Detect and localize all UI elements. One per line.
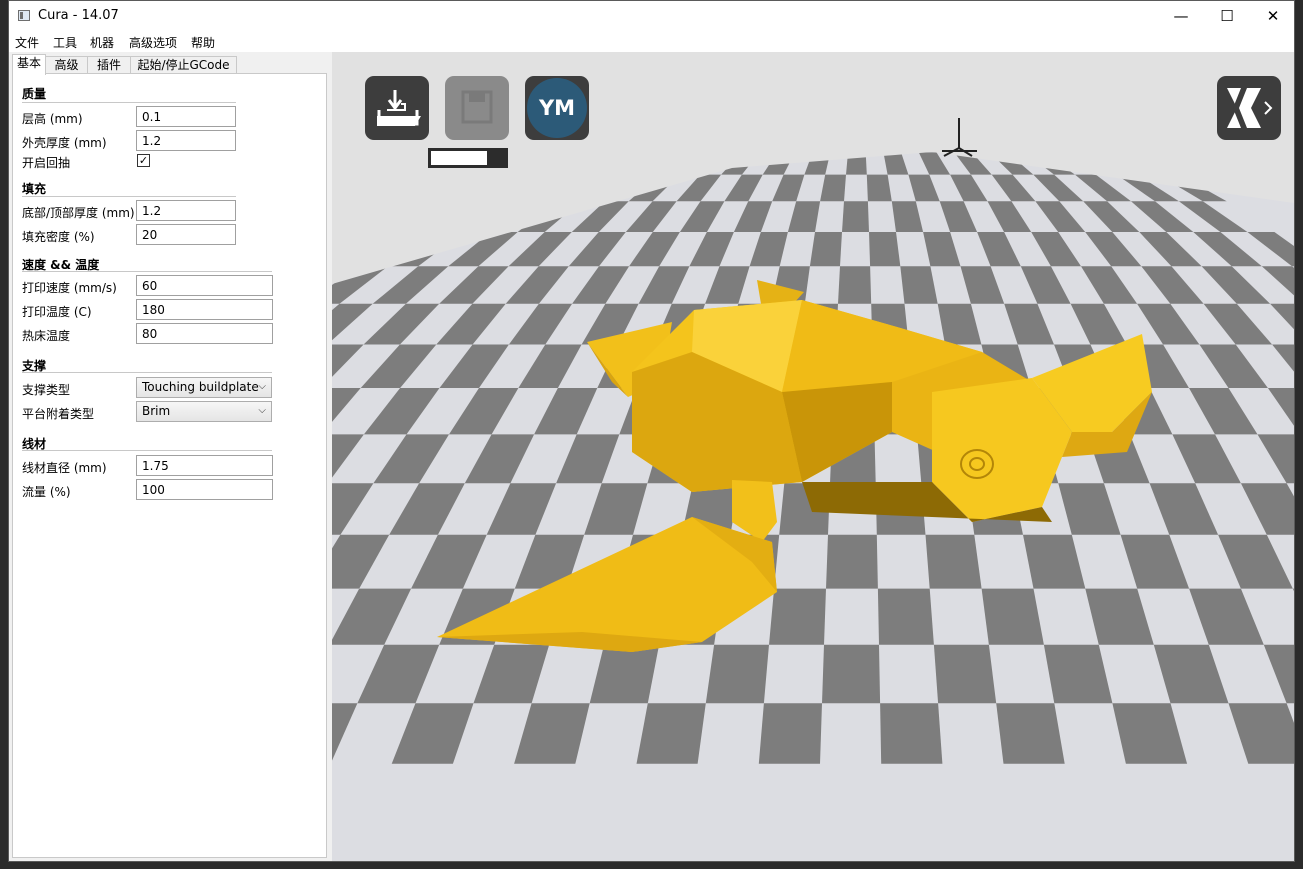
- shell-thickness-input[interactable]: [136, 130, 236, 151]
- tab-basic[interactable]: 基本: [12, 54, 46, 75]
- checker-tile: [996, 703, 1065, 764]
- adhesion-type-label: 平台附着类型: [22, 407, 95, 421]
- youmagine-button[interactable]: YM: [525, 76, 589, 140]
- section-divider: [22, 196, 236, 197]
- title-bar: Cura - 14.07 — ☐ ✕: [9, 1, 1294, 31]
- menu-tools[interactable]: 工具: [53, 34, 77, 51]
- menu-file[interactable]: 文件: [15, 34, 39, 51]
- progress-fill: [431, 151, 487, 165]
- checker-tile: [866, 174, 892, 202]
- filament-diameter-input[interactable]: [136, 455, 273, 476]
- section-divider: [22, 271, 272, 272]
- checker-tile: [869, 232, 901, 267]
- retraction-label: 开启回抽: [22, 156, 71, 170]
- close-button[interactable]: ✕: [1250, 1, 1296, 31]
- layer-height-input[interactable]: [136, 106, 236, 127]
- menu-bar: 文件 工具 机器 高级选项 帮助: [9, 31, 1294, 52]
- section-divider: [22, 102, 236, 103]
- support-type-value: Touching buildplate: [142, 380, 259, 394]
- checker-tile: [933, 644, 997, 704]
- checker-tile: [925, 534, 982, 589]
- checker-tile: [838, 266, 872, 304]
- view-mode-icon: [1227, 88, 1273, 128]
- tab-advanced[interactable]: 高级: [45, 56, 88, 74]
- menu-machine[interactable]: 机器: [90, 34, 114, 51]
- flow-label: 流量 (%): [22, 485, 71, 499]
- load-model-button[interactable]: [365, 76, 429, 140]
- maximize-button[interactable]: ☐: [1204, 1, 1250, 31]
- print-speed-label: 打印速度 (mm/s): [22, 281, 117, 295]
- fill-density-label: 填充密度 (%): [22, 230, 95, 244]
- support-type-select[interactable]: Touching buildplate ⌵: [136, 377, 272, 398]
- window-title: Cura - 14.07: [38, 8, 119, 23]
- view-mode-button[interactable]: [1217, 76, 1281, 140]
- section-title-fill: 填充: [22, 182, 47, 196]
- cura-window: Cura - 14.07 — ☐ ✕ 文件 工具 机器 高级选项 帮助 基本 高…: [8, 0, 1295, 862]
- checker-tile: [822, 644, 881, 704]
- build-plate-scene[interactable]: [332, 52, 1294, 861]
- print-speed-input[interactable]: [136, 275, 273, 296]
- flow-input[interactable]: [136, 479, 273, 500]
- section-divider: [22, 450, 272, 451]
- tab-start-end-gcode[interactable]: 起始/停止GCode: [130, 56, 237, 74]
- bed-temperature-label: 热床温度: [22, 329, 71, 343]
- checker-tile: [826, 534, 878, 589]
- bottom-top-thickness-input[interactable]: [136, 200, 236, 221]
- print-temperature-label: 打印温度 (C): [22, 305, 92, 319]
- support-type-label: 支撑类型: [22, 383, 71, 397]
- checker-tile: [842, 201, 869, 232]
- checker-tile: [981, 588, 1044, 645]
- bottom-top-thickness-label: 底部/顶部厚度 (mm): [22, 206, 135, 220]
- retraction-checkbox[interactable]: ✓: [137, 154, 150, 167]
- slicing-progress-bar: [428, 148, 508, 168]
- checker-tile: [705, 644, 769, 704]
- menu-advanced[interactable]: 高级选项: [129, 34, 177, 51]
- checker-tile: [880, 703, 943, 764]
- checker-tile: [769, 588, 826, 645]
- settings-panel: 基本 高级 插件 起始/停止GCode 质量 层高 (mm) 外壳厚度 (mm)…: [9, 52, 332, 861]
- 3d-viewport[interactable]: YM: [332, 52, 1294, 861]
- tab-plugins[interactable]: 插件: [87, 56, 131, 74]
- save-icon: [461, 90, 493, 124]
- menu-help[interactable]: 帮助: [191, 34, 215, 51]
- adhesion-type-select[interactable]: Brim ⌵: [136, 401, 272, 422]
- chevron-down-icon: ⌵: [258, 381, 266, 392]
- chevron-down-icon: ⌵: [258, 405, 266, 416]
- checker-tile: [877, 588, 934, 645]
- minimize-button[interactable]: —: [1158, 1, 1204, 31]
- adhesion-type-value: Brim: [142, 404, 171, 418]
- checker-tile: [809, 232, 842, 267]
- filament-diameter-label: 线材直径 (mm): [22, 461, 107, 475]
- section-divider: [22, 372, 272, 373]
- print-button[interactable]: [445, 76, 509, 140]
- app-icon: [18, 10, 30, 21]
- settings-tabs: 基本 高级 插件 起始/停止GCode: [12, 54, 244, 75]
- load-model-icon: [377, 90, 421, 126]
- checker-tile: [636, 703, 706, 764]
- fill-density-input[interactable]: [136, 224, 236, 245]
- checker-tile: [758, 703, 822, 764]
- basic-settings-page: 质量 层高 (mm) 外壳厚度 (mm) 开启回抽 ✓ 填充 底部/顶部厚度 (…: [12, 73, 327, 858]
- bed-temperature-input[interactable]: [136, 323, 273, 344]
- section-title-quality: 质量: [22, 87, 47, 101]
- layer-height-label: 层高 (mm): [22, 112, 83, 126]
- youmagine-label: YM: [538, 96, 576, 120]
- print-temperature-input[interactable]: [136, 299, 273, 320]
- shell-thickness-label: 外壳厚度 (mm): [22, 136, 107, 150]
